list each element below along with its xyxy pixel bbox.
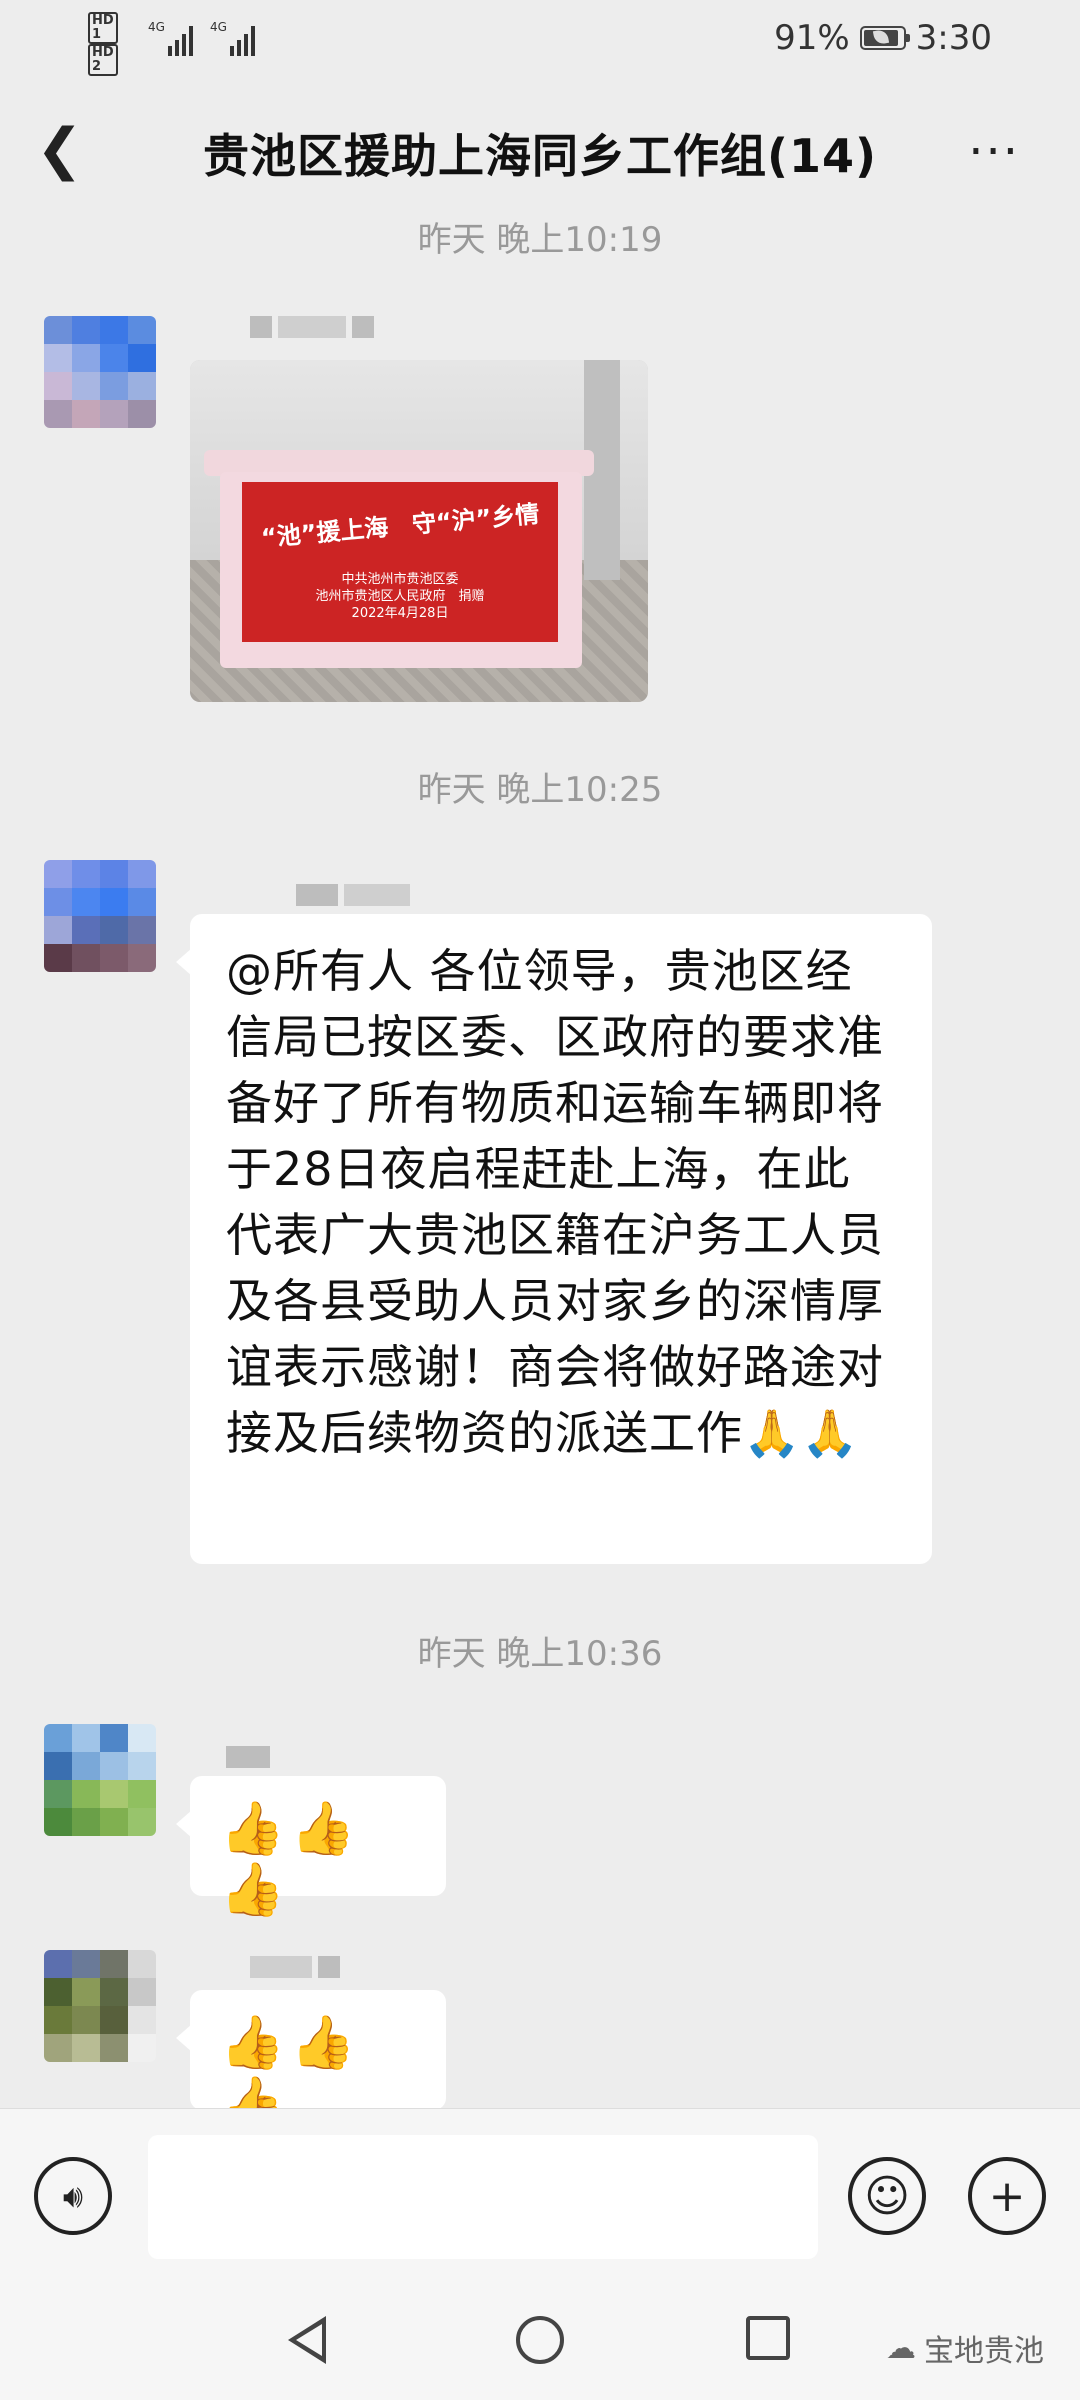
more-icon: ··· [968,124,1020,180]
label-donor: 中共池州市贵池区委 池州市贵池区人民政府 捐赠 2022年4月28日 [315,572,485,621]
recents-square-icon [746,2316,790,2360]
avatar[interactable] [44,316,156,428]
message-text: 👍👍👍 [220,1799,362,1920]
wechat-icon: ☁ [886,2330,916,2366]
avatar[interactable] [44,860,156,972]
timestamp: 昨天 晚上10:19 [417,220,663,260]
voice-button[interactable]: 🔊︎ [34,2157,112,2235]
home-circle-icon [516,2316,564,2364]
emoji-icon: ☺ [864,2170,910,2222]
image-message[interactable]: “池”援上海 守“沪”乡情 中共池州市贵池区委 池州市贵池区人民政府 捐赠 20… [190,360,648,702]
status-right: 91% 3:30 [774,18,992,58]
sim2-badge: HD 2 [88,44,118,76]
sim1-badge: HD 1 [88,12,118,44]
text-message-bubble[interactable]: 👍👍👍 [176,1990,446,2134]
nav-back-button[interactable] [288,2316,326,2364]
message-text: @所有人 各位领导，贵池区经信局已按区委、区政府的要求准备好了所有物质和运输车辆… [226,944,884,1460]
sender-name [226,1746,270,1768]
clock: 3:30 [915,18,992,58]
system-navigation: ☁ 宝地贵池 [0,2292,1080,2400]
network-type-2: 4G [210,20,227,34]
sender-name [250,1956,340,1978]
label-slogan: “池”援上海 守“沪”乡情 [259,499,541,553]
text-message-bubble[interactable]: @所有人 各位领导，贵池区经信局已按区委、区政府的要求准备好了所有物质和运输车辆… [176,914,932,1564]
signal-icon [168,20,193,56]
battery-icon [859,26,910,50]
plus-icon: + [988,2170,1026,2222]
watermark-text: 宝地贵池 [924,2334,1044,2369]
avatar[interactable] [44,1724,156,1836]
sender-name [296,884,410,906]
chat-title: 贵池区援助上海同乡工作组(14) [202,129,878,183]
nav-home-button[interactable] [516,2316,564,2364]
triangle-back-icon [288,2316,326,2364]
timestamp: 昨天 晚上10:36 [417,1634,663,1674]
plus-button[interactable]: + [968,2157,1046,2235]
nav-recents-button[interactable] [746,2316,790,2360]
battery-percent: 91% [774,18,850,58]
voice-icon: 🔊︎ [62,2176,84,2215]
donation-box-label: “池”援上海 守“沪”乡情 中共池州市贵池区委 池州市贵池区人民政府 捐赠 20… [242,482,558,642]
chat-header: ❮ 贵池区援助上海同乡工作组(14) ··· [0,80,1080,220]
input-bar: 🔊︎ ☺ + [0,2108,1080,2293]
more-button[interactable]: ··· [968,124,1020,180]
emoji-button[interactable]: ☺ [848,2157,926,2235]
watermark: ☁ 宝地贵池 [886,2326,1044,2370]
avatar[interactable] [44,1950,156,2062]
message-input[interactable] [148,2135,818,2259]
signal-icon-2 [230,20,255,56]
status-bar: HD 1 HD 2 4G 4G 91% 3:30 [0,0,1080,80]
sender-name [250,316,374,338]
network-type-1: 4G [148,20,165,34]
text-message-bubble[interactable]: 👍👍👍 [176,1776,446,1920]
timestamp: 昨天 晚上10:25 [417,770,663,810]
